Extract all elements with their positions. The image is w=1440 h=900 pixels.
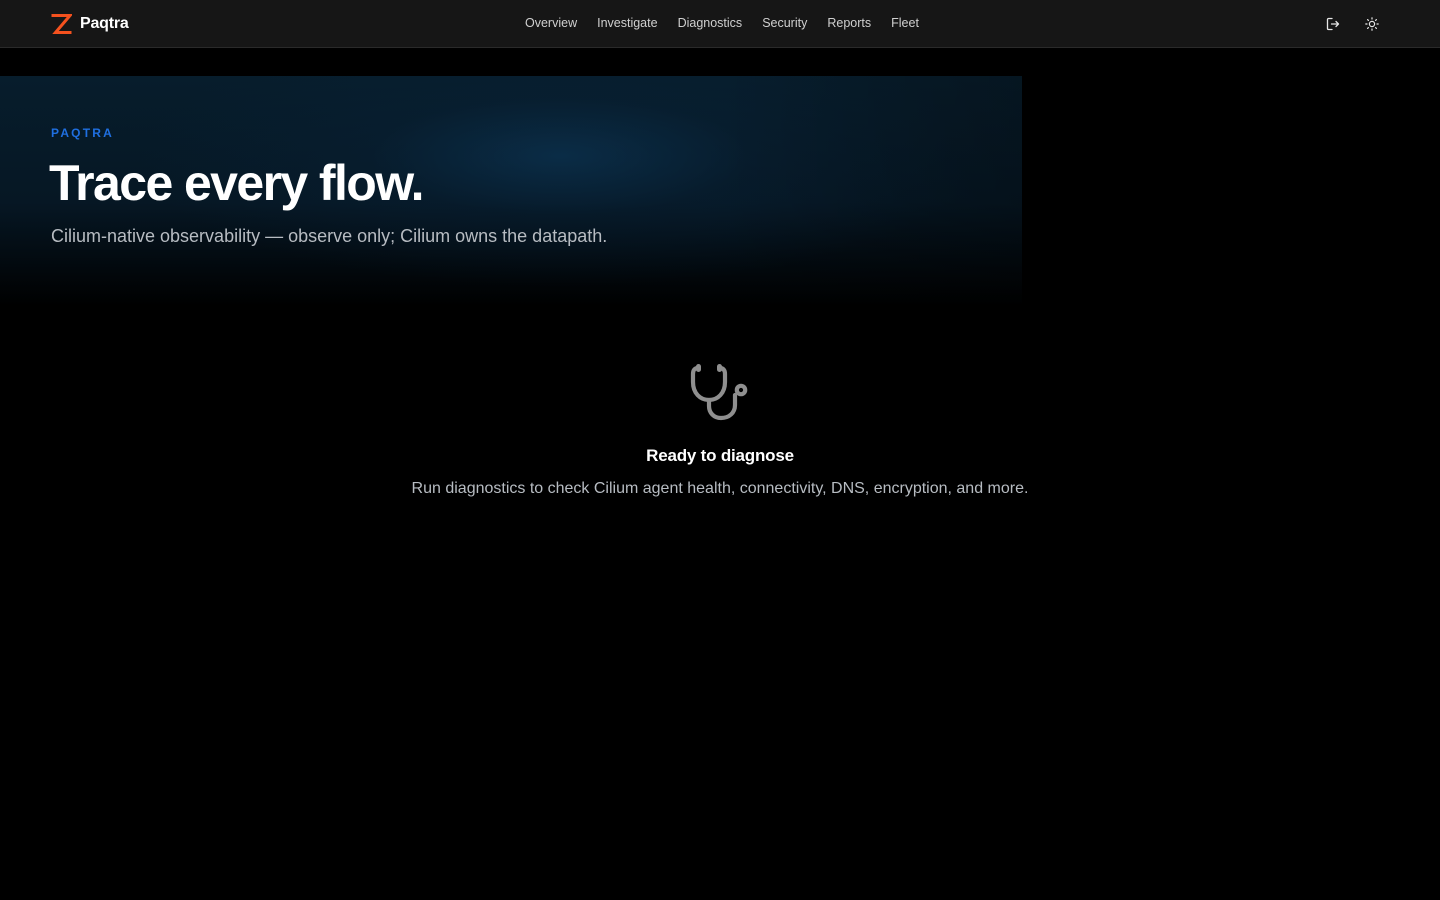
- top-navigation-bar: Paqtra Overview Investigate Diagnostics …: [0, 0, 1440, 48]
- nav-fleet[interactable]: Fleet: [881, 0, 929, 47]
- theme-toggle-button[interactable]: [1361, 13, 1383, 35]
- main-nav: Overview Investigate Diagnostics Securit…: [515, 0, 929, 47]
- diagnostics-empty-state: Ready to diagnose Run diagnostics to che…: [0, 360, 1440, 498]
- empty-state-description: Run diagnostics to check Cilium agent he…: [411, 480, 1029, 497]
- sun-icon: [1365, 17, 1379, 31]
- logout-icon: [1326, 17, 1340, 31]
- z-logo-icon: [51, 14, 72, 34]
- nav-reports[interactable]: Reports: [817, 0, 881, 47]
- logout-button[interactable]: [1322, 13, 1344, 35]
- nav-diagnostics[interactable]: Diagnostics: [668, 0, 753, 47]
- brand-home-link[interactable]: Paqtra: [51, 12, 129, 36]
- hero-banner: PAQTRA Trace every flow. Cilium-native o…: [0, 76, 1022, 306]
- brand-name: Paqtra: [80, 15, 129, 32]
- nav-investigate[interactable]: Investigate: [587, 0, 667, 47]
- hero-eyebrow: PAQTRA: [51, 126, 114, 140]
- nav-security[interactable]: Security: [752, 0, 817, 47]
- hero-title: Trace every flow.: [49, 155, 425, 211]
- stethoscope-icon: [690, 364, 748, 421]
- hero-subtitle: Cilium-native observability — observe on…: [51, 226, 608, 246]
- nav-overview[interactable]: Overview: [515, 0, 587, 47]
- empty-state-title: Ready to diagnose: [646, 446, 794, 465]
